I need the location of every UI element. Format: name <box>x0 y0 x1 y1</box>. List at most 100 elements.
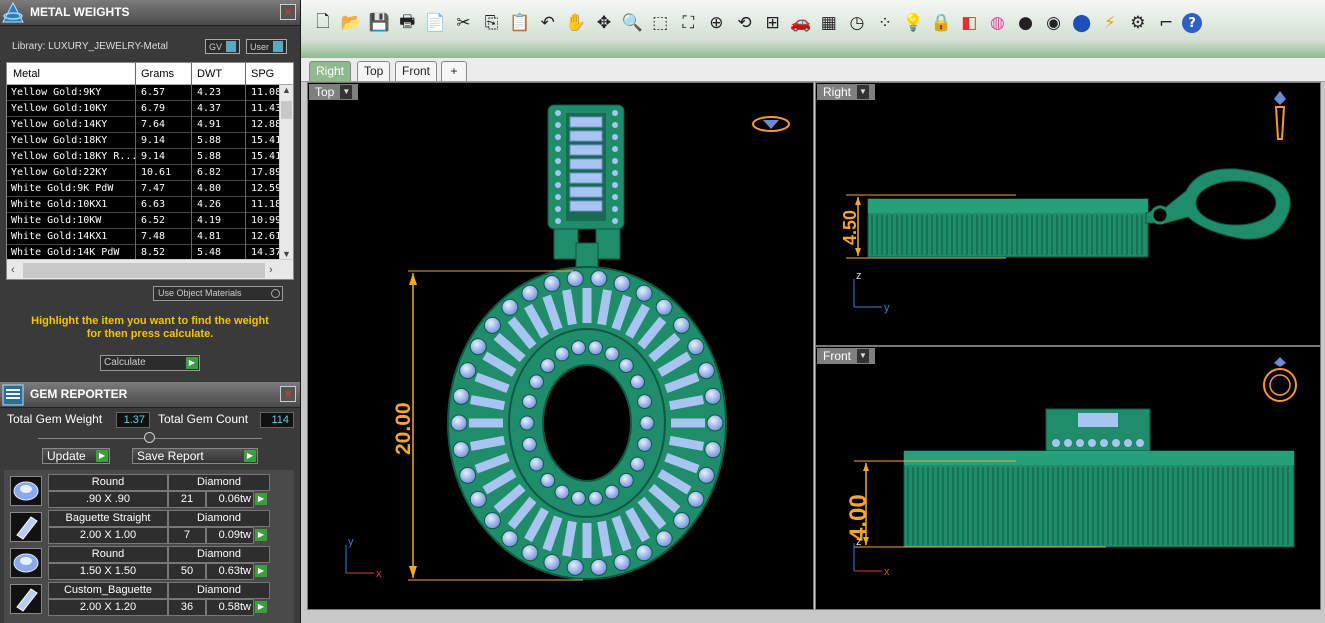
metal-row[interactable]: White Gold:14KX1 7.48 4.81 12.61 <box>7 229 281 245</box>
points-icon[interactable]: ⁘ <box>873 11 897 35</box>
zoom-in-icon[interactable]: 🔍 <box>620 11 644 35</box>
axis-x-label: x <box>376 568 382 580</box>
new-icon-glyph: 🗋 <box>316 11 330 32</box>
save-report-label: Save Report <box>137 449 204 463</box>
metal-row[interactable]: Yellow Gold:14KY 7.64 4.91 12.88 <box>7 117 281 133</box>
sphere-gray-icon[interactable]: ● <box>1014 11 1038 35</box>
metal-row[interactable]: Yellow Gold:18KY R... 9.14 5.88 15.41 <box>7 149 281 165</box>
viewport-front[interactable]: Front ▼ 4.00 zx <box>815 346 1321 610</box>
dimension-icon[interactable]: ⌐ <box>1154 11 1178 35</box>
chevron-down-icon[interactable]: ▼ <box>340 85 353 99</box>
play-arrow-icon[interactable]: ▶ <box>244 450 256 462</box>
metal-weights-title: METAL WEIGHTS <box>30 5 130 19</box>
scroll-left-icon[interactable]: ‹ <box>11 264 15 276</box>
chevron-down-icon[interactable]: ▼ <box>857 85 870 99</box>
layers-icon[interactable]: ◧ <box>957 11 981 35</box>
viewport-top[interactable]: Top ▼ 20.00 yx <box>307 82 814 610</box>
user-toggle[interactable]: User <box>246 39 288 54</box>
col-metal[interactable]: Metal <box>13 68 40 80</box>
save-report-button[interactable]: Save Report ▶ <box>132 448 258 464</box>
zoom-extents-icon[interactable]: ⛶ <box>676 11 700 35</box>
bulb-icon[interactable]: 💡 <box>901 11 925 35</box>
cut-icon[interactable]: ✂ <box>452 11 476 35</box>
tab-front[interactable]: Front <box>395 61 438 81</box>
color-wheel-icon[interactable]: ◍ <box>985 11 1009 35</box>
play-arrow-icon[interactable]: ▶ <box>255 493 267 505</box>
pan-hand-icon[interactable]: ✋ <box>564 11 588 35</box>
grid-icon[interactable]: ▦ <box>817 11 841 35</box>
add-tab-button[interactable]: + <box>441 61 467 81</box>
radio-icon[interactable] <box>271 289 280 298</box>
rotate-view-icon[interactable]: ⟲ <box>733 11 757 35</box>
metal-row[interactable]: White Gold:10KW 6.52 4.19 10.99 <box>7 213 281 229</box>
zoom-selected-icon[interactable]: ⊕ <box>704 11 728 35</box>
save-icon[interactable]: 💾 <box>367 11 391 35</box>
vscroll-thumb[interactable] <box>281 101 292 119</box>
play-arrow-icon[interactable]: ▶ <box>255 529 267 541</box>
metal-table-hscroll[interactable]: ‹ › <box>7 259 293 279</box>
four-viewports-icon[interactable]: ⊞ <box>761 11 785 35</box>
gem-row[interactable]: Custom_Baguette 2.00 X 1.20 Diamond 36 0.58t… <box>8 582 270 616</box>
undo-icon[interactable]: ↶ <box>536 11 560 35</box>
play-arrow-icon[interactable]: ▶ <box>255 565 267 577</box>
sphere-shaded-icon[interactable]: ◉ <box>1042 11 1066 35</box>
metal-table-vscroll[interactable]: ▲ ▼ <box>279 85 293 259</box>
export-icon[interactable]: 📄 <box>423 11 447 35</box>
viewport-top-label[interactable]: Top ▼ <box>309 84 359 100</box>
gem-reporter-slider[interactable] <box>38 432 262 443</box>
gem-row[interactable]: Round 1.50 X 1.50 Diamond 50 0.63tw ▶ <box>8 546 270 580</box>
copy-icon[interactable]: ⎘ <box>480 11 504 35</box>
calculate-button[interactable]: Calculate ▶ <box>100 355 200 371</box>
car-icon[interactable]: 🚗 <box>789 11 813 35</box>
flash-icon[interactable]: ⚡ <box>1098 11 1122 35</box>
viewport-right-label[interactable]: Right ▼ <box>817 84 876 100</box>
gv-toggle[interactable]: GV <box>205 39 241 54</box>
pendant-front-model <box>903 408 1295 548</box>
use-object-materials-checkbox[interactable]: Use Object Materials <box>153 286 283 301</box>
sphere-blue-icon[interactable]: ⬤ <box>1070 11 1094 35</box>
help-icon[interactable]: ? <box>1182 13 1203 33</box>
metal-row[interactable]: White Gold:9K PdW 7.47 4.80 12.59 <box>7 181 281 197</box>
gem-shape: Baguette Straight <box>48 510 168 527</box>
update-button[interactable]: Update ▶ <box>42 448 110 464</box>
hscroll-thumb[interactable] <box>23 263 265 278</box>
open-icon[interactable]: 📂 <box>339 11 363 35</box>
print-icon[interactable]: 🖶 <box>395 11 419 35</box>
gem-shape: Round <box>48 474 168 491</box>
play-arrow-icon[interactable]: ▶ <box>255 601 267 613</box>
play-arrow-icon[interactable]: ▶ <box>186 357 198 369</box>
gem-material: Diamond <box>168 582 270 599</box>
gem-row[interactable]: Round .90 X .90 Diamond 21 0.06tw ▶ <box>8 474 270 508</box>
scroll-right-icon[interactable]: › <box>269 264 273 276</box>
zoom-window-icon[interactable]: ⬚ <box>648 11 672 35</box>
cut-icon-glyph: ✂ <box>456 13 471 33</box>
col-spg[interactable]: SPG <box>251 68 274 80</box>
clock-icon[interactable]: ◷ <box>845 11 869 35</box>
new-icon[interactable]: 🗋 <box>311 11 335 35</box>
tab-right[interactable]: Right <box>309 61 352 81</box>
metal-row[interactable]: Yellow Gold:10KY 6.79 4.37 11.43 <box>7 101 281 117</box>
col-grams[interactable]: Grams <box>141 68 174 80</box>
gem-row[interactable]: Baguette Straight 2.00 X 1.00 Diamond 7 0.09… <box>8 510 270 544</box>
metal-row[interactable]: Yellow Gold:9KY 6.57 4.23 11.08 <box>7 85 281 101</box>
metal-row[interactable]: Yellow Gold:22KY 10.61 6.82 17.89 <box>7 165 281 181</box>
viewport-right[interactable]: Right ▼ 4.50 zy <box>815 82 1321 346</box>
play-arrow-icon[interactable]: ▶ <box>96 450 108 462</box>
settings-gear-icon[interactable]: ⚙ <box>1126 11 1150 35</box>
move-icon[interactable]: ✥ <box>592 11 616 35</box>
metal-weights-close-icon[interactable]: × <box>280 4 296 20</box>
paste-icon[interactable]: 📋 <box>508 11 532 35</box>
gem-reporter-logo-icon <box>2 384 24 406</box>
scroll-down-icon[interactable]: ▼ <box>282 249 291 259</box>
viewport-front-label[interactable]: Front ▼ <box>817 348 876 364</box>
metal-grams: 6.79 <box>141 103 166 114</box>
lock-icon[interactable]: 🔒 <box>929 11 953 35</box>
chevron-down-icon[interactable]: ▼ <box>857 349 870 363</box>
gem-reporter-close-icon[interactable]: × <box>280 386 296 402</box>
metal-row[interactable]: White Gold:10KX1 6.63 4.26 11.18 <box>7 197 281 213</box>
slider-knob[interactable] <box>144 432 155 443</box>
use-object-materials-label: Use Object Materials <box>158 288 242 298</box>
metal-row[interactable]: Yellow Gold:18KY 9.14 5.88 15.41 <box>7 133 281 149</box>
col-dwt[interactable]: DWT <box>197 68 222 80</box>
tab-top[interactable]: Top <box>357 61 391 81</box>
